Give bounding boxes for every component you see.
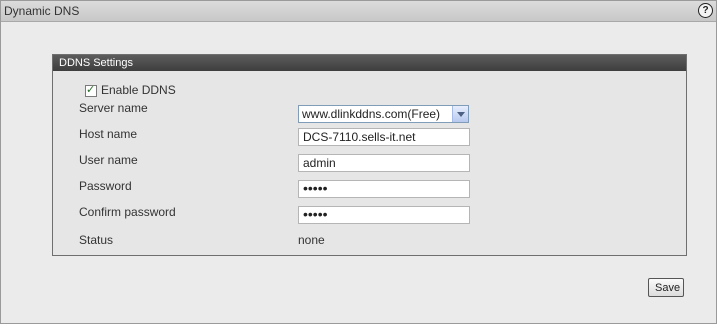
confirm-password-input[interactable]: ••••• [298,206,470,224]
user-name-label: User name [79,153,138,167]
server-name-select[interactable]: www.dlinkddns.com(Free) [298,105,469,123]
save-button[interactable]: Save [648,278,684,297]
title-bar: Dynamic DNS ? [1,1,716,22]
ddns-settings-panel: DDNS Settings ✓ Enable DDNS Server name … [52,54,687,256]
status-value: none [298,233,325,247]
dynamic-dns-page: Dynamic DNS ? DDNS Settings ✓ Enable DDN… [0,0,717,324]
enable-ddns-checkbox[interactable]: ✓ [85,84,97,97]
host-name-label: Host name [79,127,138,141]
page-title: Dynamic DNS [4,4,80,18]
enable-ddns-label: Enable DDNS [101,83,176,97]
confirm-password-label: Confirm password [79,205,176,219]
password-label: Password [79,179,132,193]
server-name-label: Server name [79,101,148,115]
panel-header: DDNS Settings [53,55,686,71]
check-icon: ✓ [86,84,96,96]
server-name-value: www.dlinkddns.com(Free) [302,107,441,121]
host-name-input[interactable]: DCS-7110.sells-it.net [298,128,470,146]
status-label: Status [79,233,114,247]
chevron-down-icon[interactable] [452,106,468,122]
user-name-input[interactable]: admin [298,154,470,172]
question-icon[interactable]: ? [698,3,713,18]
password-input[interactable]: ••••• [298,180,470,198]
